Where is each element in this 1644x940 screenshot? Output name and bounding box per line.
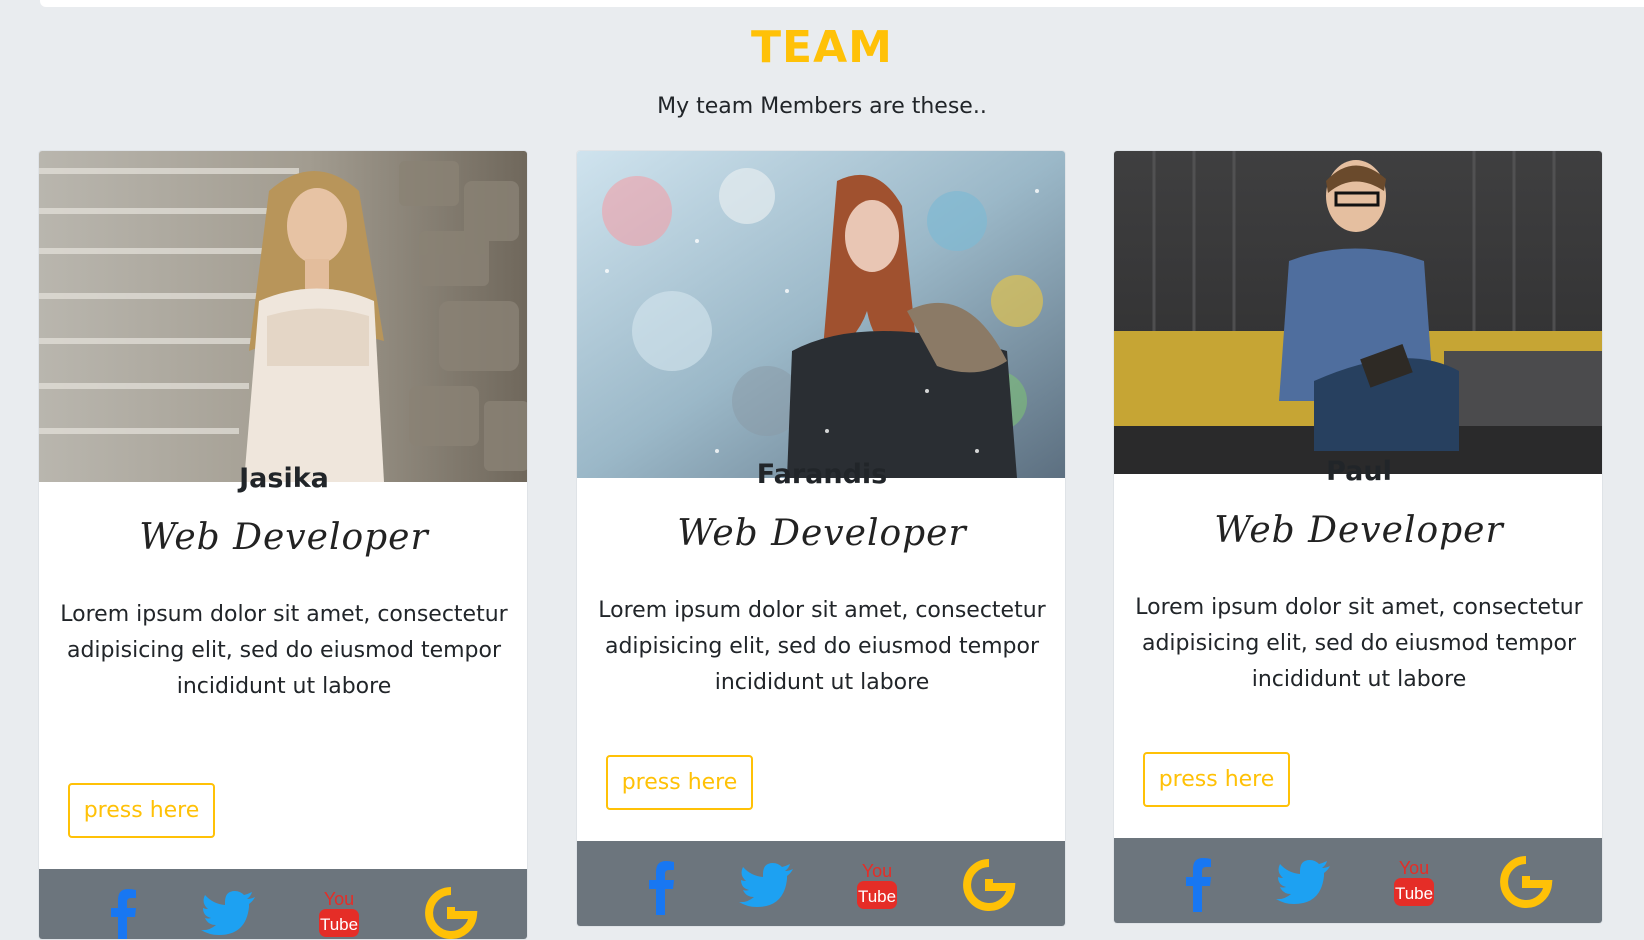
member-role: Web Developer: [1214, 510, 1504, 551]
facebook-icon[interactable]: [94, 883, 154, 940]
member-description: Lorem ipsum dolor sit amet, consectetur …: [1135, 595, 1583, 692]
social-bar: You Tube: [39, 869, 527, 940]
svg-text:You: You: [324, 889, 354, 909]
browser-top-strip: [0, 0, 1644, 14]
team-photo-jasika: [39, 151, 527, 482]
team-photo-farandis: [577, 151, 1065, 478]
google-icon[interactable]: [421, 883, 481, 940]
section-subtitle: My team Members are these..: [657, 94, 987, 119]
member-name: Farandis: [756, 459, 888, 490]
twitter-icon[interactable]: [199, 883, 259, 940]
member-role: Web Developer: [139, 517, 429, 558]
youtube-icon[interactable]: You Tube: [847, 855, 907, 915]
press-here-button[interactable]: press here: [606, 755, 753, 810]
google-icon[interactable]: [1496, 852, 1556, 912]
google-icon[interactable]: [959, 855, 1019, 915]
facebook-icon[interactable]: [1169, 852, 1229, 912]
member-name: Jasika: [239, 463, 329, 494]
team-photo-paul: [1114, 151, 1602, 474]
team-card-jasika: Jasika Web Developer Lorem ipsum dolor s…: [38, 150, 528, 940]
member-description: Lorem ipsum dolor sit amet, consectetur …: [60, 602, 508, 699]
svg-text:Tube: Tube: [1395, 884, 1433, 903]
twitter-icon[interactable]: [737, 855, 797, 915]
social-bar: You Tube: [1114, 838, 1602, 923]
social-bar: You Tube: [577, 841, 1065, 926]
section-title: TEAM: [751, 22, 893, 73]
browser-top-strip-inner: [40, 0, 1644, 7]
member-role: Web Developer: [677, 513, 967, 554]
team-card-farandis: Farandis Web Developer Lorem ipsum dolor…: [576, 150, 1066, 927]
press-here-button[interactable]: press here: [68, 783, 215, 838]
youtube-icon[interactable]: You Tube: [1384, 852, 1444, 912]
twitter-icon[interactable]: [1274, 852, 1334, 912]
youtube-icon[interactable]: You Tube: [309, 883, 369, 940]
svg-text:Tube: Tube: [858, 887, 896, 906]
team-card-paul: Paul Web Developer Lorem ipsum dolor sit…: [1113, 150, 1603, 924]
member-name: Paul: [1326, 456, 1392, 487]
facebook-icon[interactable]: [632, 855, 692, 915]
svg-text:You: You: [862, 861, 892, 881]
press-here-button[interactable]: press here: [1143, 752, 1290, 807]
svg-text:Tube: Tube: [320, 915, 358, 934]
svg-text:You: You: [1399, 858, 1429, 878]
member-description: Lorem ipsum dolor sit amet, consectetur …: [598, 598, 1046, 695]
